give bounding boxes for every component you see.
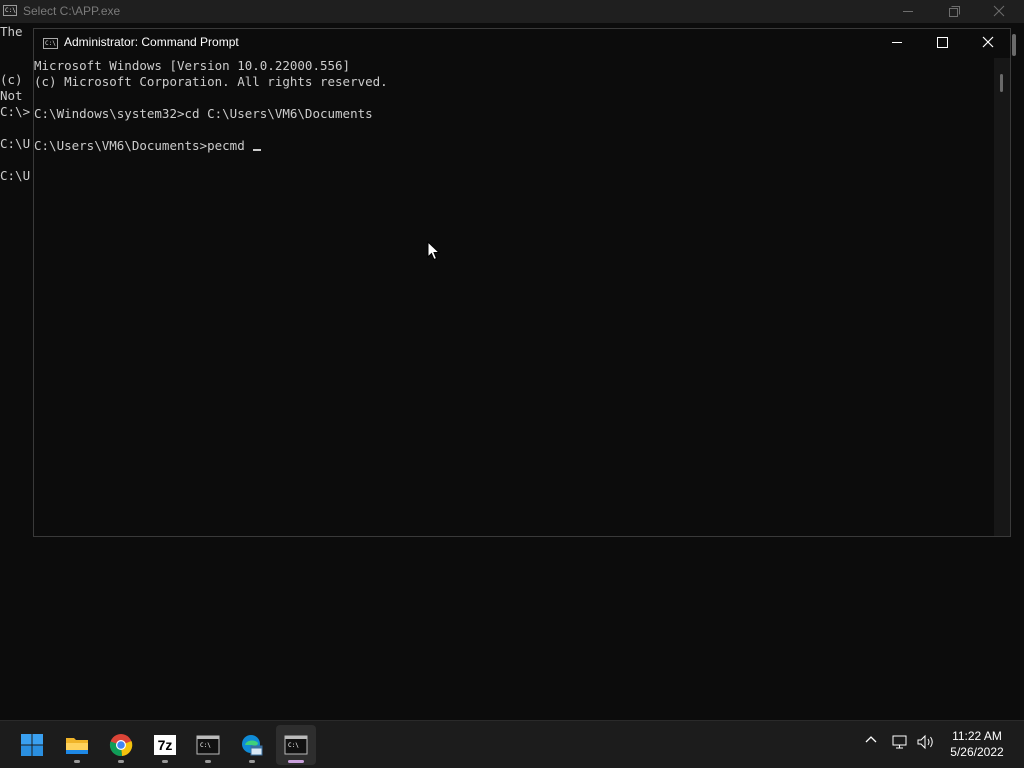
minimize-button[interactable] — [874, 29, 920, 57]
active-indicator — [288, 760, 304, 763]
console-line: C:\Windows\system32>cd C:\Users\VM6\Docu… — [34, 106, 373, 121]
windows-logo-icon — [21, 734, 43, 756]
start-button[interactable] — [12, 725, 52, 765]
terminal-icon: C:\ — [284, 735, 308, 755]
command-prompt-text: C:\Users\VM6\Documents>pecmd — [34, 138, 253, 153]
minimize-button[interactable] — [885, 0, 931, 23]
show-hidden-icons-chevron-icon[interactable] — [864, 733, 878, 748]
taskbar-7zip[interactable]: 7z — [145, 725, 185, 765]
close-button[interactable] — [965, 29, 1011, 57]
taskbar-chrome[interactable] — [101, 725, 141, 765]
terminal-icon: C:\ — [196, 735, 220, 755]
background-window-title: Select C:\APP.exe — [23, 4, 121, 18]
taskbar-command-prompt-admin[interactable]: C:\ — [276, 725, 316, 765]
console-icon: C:\ — [43, 38, 58, 49]
console-output[interactable]: Microsoft Windows [Version 10.0.22000.55… — [34, 58, 996, 154]
taskbar-edge-app[interactable] — [232, 725, 272, 765]
taskbar-clock[interactable]: 11:22 AM 5/26/2022 — [946, 728, 1008, 760]
window-titlebar[interactable]: C:\ Administrator: Command Prompt — [34, 29, 1010, 57]
console-line: Microsoft Windows [Version 10.0.22000.55… — [34, 58, 351, 73]
admin-command-prompt-window[interactable]: C:\ Administrator: Command Prompt Micros… — [33, 28, 1011, 537]
console-icon: C:\ — [3, 5, 17, 16]
chrome-icon — [109, 734, 133, 757]
mouse-pointer-icon — [427, 240, 441, 266]
folder-icon — [66, 738, 88, 754]
running-indicator — [118, 760, 124, 763]
scrollbar-thumb[interactable] — [1000, 74, 1003, 92]
text-cursor — [253, 149, 262, 151]
running-indicator — [249, 760, 255, 763]
maximize-button[interactable] — [919, 29, 965, 57]
window-title: Administrator: Command Prompt — [64, 35, 239, 49]
background-scrollbar-thumb[interactable] — [1012, 34, 1016, 56]
close-button[interactable] — [976, 0, 1022, 23]
taskbar-command-prompt[interactable]: C:\ — [188, 725, 228, 765]
console-line: (c) Microsoft Corporation. All rights re… — [34, 74, 388, 89]
running-indicator — [74, 760, 80, 763]
running-indicator — [162, 760, 168, 763]
taskbar-file-explorer[interactable] — [57, 725, 97, 765]
background-titlebar[interactable]: C:\ Select C:\APP.exe — [0, 0, 1024, 23]
7zip-icon: 7z — [154, 735, 176, 755]
edge-icon — [242, 735, 263, 756]
volume-icon[interactable] — [916, 733, 936, 756]
svg-text:C:\: C:\ — [200, 742, 211, 749]
svg-text:C:\: C:\ — [288, 742, 299, 749]
background-console-output: The (c) Not C:\> C:\U C:\U — [0, 24, 30, 183]
running-indicator — [205, 760, 211, 763]
restore-button[interactable] — [930, 0, 976, 23]
clock-date: 5/26/2022 — [950, 745, 1004, 759]
network-icon[interactable] — [891, 734, 909, 755]
vertical-scrollbar[interactable] — [994, 58, 1010, 536]
console-input-line[interactable]: C:\Users\VM6\Documents>pecmd — [34, 138, 262, 154]
clock-time: 11:22 AM — [952, 729, 1002, 743]
